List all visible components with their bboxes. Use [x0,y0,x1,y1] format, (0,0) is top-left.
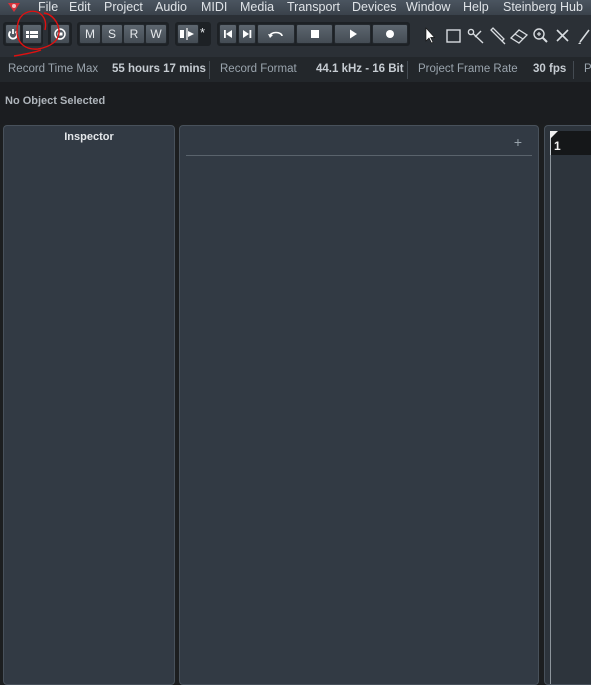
menu-transport[interactable]: Transport [287,0,340,15]
info-separator [407,61,408,79]
menu-project[interactable]: Project [104,0,143,15]
range-rectangle-icon [446,29,461,43]
layout-icon [26,31,38,38]
erase-tool[interactable] [509,27,529,45]
autoscroll-icon [180,28,194,40]
glue-tool[interactable] [488,27,508,45]
toolbar-group-msrw: M S R W [77,22,169,46]
mute-tool[interactable] [553,27,573,45]
pointer-arrow-icon [425,27,436,44]
toolbar-group-layout [3,22,43,46]
object-selection-tool[interactable] [420,27,440,45]
add-track-button[interactable]: + [514,135,522,149]
menu-midi[interactable]: MIDI [201,0,227,15]
record-time-max-value[interactable]: 55 hours 17 mins [112,63,206,75]
no-object-selected-text: No Object Selected [5,95,106,107]
menu-bar: File Edit Project Audio MIDI Media Trans… [0,0,591,15]
magnifier-icon [533,28,548,43]
ruler-bar-number: 1 [554,139,561,153]
go-to-next-marker-button[interactable] [238,24,256,44]
next-marker-icon [243,30,252,38]
project-pan-law-label-cut: P [584,63,591,75]
project-ruler[interactable]: 1 [550,131,591,155]
inspector-title: Inspector [64,131,114,143]
play-icon [349,29,357,39]
glue-tube-icon [490,27,506,45]
range-selection-tool[interactable] [444,27,464,45]
info-line: Record Time Max 55 hours 17 mins Record … [0,57,591,82]
track-list-panel: + [179,125,539,685]
info-separator [209,61,210,79]
record-time-max-label: Record Time Max [8,63,99,75]
go-to-previous-marker-button[interactable] [219,24,237,44]
solo-button[interactable]: S [101,24,123,44]
record-format-label: Record Format [220,63,297,75]
project-toolbar: M S R W * [0,15,591,57]
set-window-layout-button[interactable] [22,24,42,44]
stop-button[interactable] [296,24,333,44]
write-automation-button[interactable]: W [145,24,167,44]
info-separator [573,61,574,79]
menu-audio[interactable]: Audio [155,0,187,15]
project-frame-rate-value[interactable]: 30 fps [533,63,566,75]
cubase-app-icon[interactable] [6,1,22,14]
power-icon [8,29,18,40]
autoscroll-button[interactable] [177,24,199,44]
start-button[interactable] [334,24,371,44]
stop-icon [310,30,319,38]
cycle-icon [268,31,283,38]
project-frame-rate-label: Project Frame Rate [418,63,518,75]
pencil-icon [578,29,590,44]
menu-help[interactable]: Help [463,0,489,15]
menu-steinberg-hub[interactable]: Steinberg Hub [503,0,583,15]
read-automation-button[interactable]: R [123,24,145,44]
eraser-icon [509,29,529,44]
track-list-divider [186,155,532,156]
cycle-button[interactable] [257,24,295,44]
draw-tool[interactable] [575,27,591,45]
scissors-icon [467,28,484,44]
project-cursor-line [550,155,551,684]
toolbar-group-constrain [48,22,72,46]
menu-file[interactable]: File [38,0,58,15]
event-info-line: No Object Selected [0,82,591,124]
record-button[interactable] [372,24,408,44]
record-icon [386,30,394,38]
menu-window[interactable]: Window [406,0,450,15]
split-tool[interactable] [466,27,486,45]
suspend-autoscroll-star[interactable]: * [200,25,205,40]
zoom-tool[interactable] [531,27,551,45]
toolbar-group-transport [217,22,410,46]
constrain-delay-compensation-button[interactable] [50,24,70,44]
menu-edit[interactable]: Edit [69,0,91,15]
inspector-panel: Inspector [3,125,175,685]
mute-button[interactable]: M [79,24,101,44]
menu-devices[interactable]: Devices [352,0,396,15]
toolbar-group-autoscroll: * [175,22,211,46]
constrain-delay-icon [54,28,66,40]
previous-marker-icon [224,30,232,38]
activate-project-button[interactable] [5,24,21,44]
mute-x-icon [556,29,569,42]
record-format-value[interactable]: 44.1 kHz - 16 Bit [316,63,404,75]
menu-media[interactable]: Media [240,0,274,15]
event-display-panel: 1 [544,125,591,685]
left-locator-flag[interactable] [550,131,558,139]
